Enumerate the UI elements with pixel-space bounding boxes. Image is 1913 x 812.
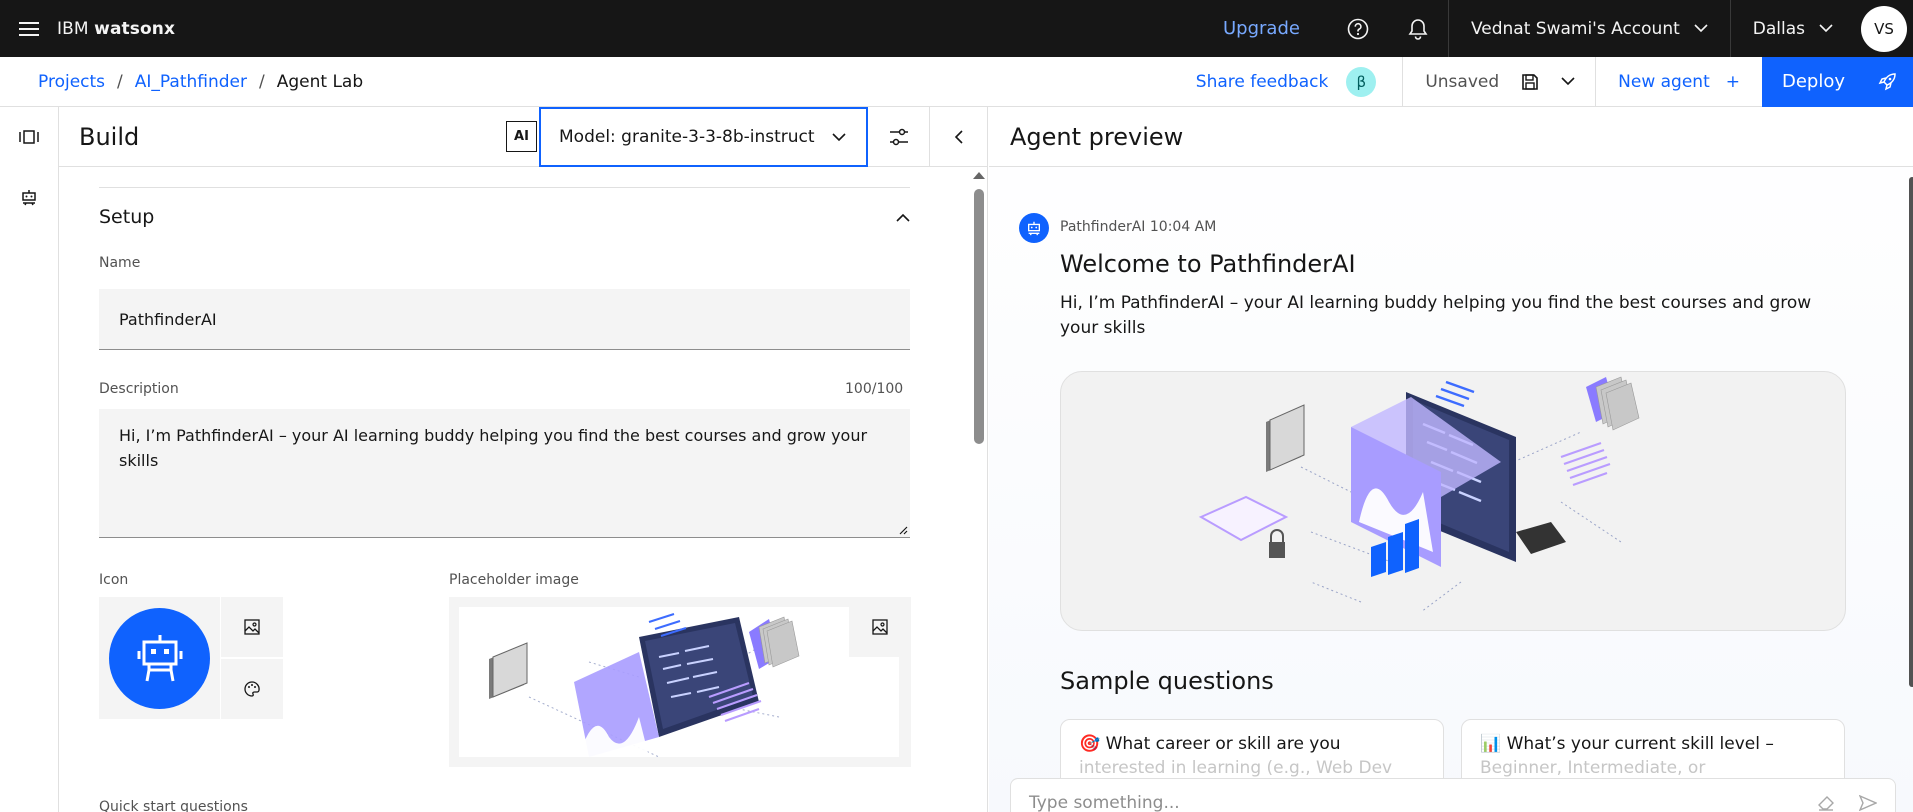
- new-agent-button[interactable]: New agent +: [1596, 72, 1762, 92]
- sample-question-text: 🎯 What career or skill are you: [1079, 734, 1341, 754]
- brand-prefix: IBM: [57, 18, 89, 39]
- top-navigation-bar: IBM watsonx Upgrade Vednat Swami's Accou…: [0, 0, 1913, 57]
- share-feedback-link[interactable]: Share feedback: [1178, 72, 1347, 92]
- description-field[interactable]: Hi, I’m PathfinderAI – your AI learning …: [99, 409, 910, 538]
- name-field[interactable]: PathfinderAI: [99, 289, 910, 350]
- model-selector[interactable]: Model: granite-3-3-8b-instruct: [539, 107, 868, 167]
- preview-scroll-thumb[interactable]: [1909, 177, 1913, 687]
- setup-accordion-header[interactable]: Setup: [99, 202, 910, 232]
- save-status-group: Unsaved: [1402, 56, 1597, 107]
- save-status: Unsaved: [1425, 71, 1500, 92]
- upgrade-link[interactable]: Upgrade: [1195, 18, 1328, 39]
- divider: [99, 187, 910, 188]
- ai-badge: AI: [506, 121, 537, 152]
- scroll-up-arrow[interactable]: [973, 172, 985, 179]
- sample-question-text: 📊 What’s your current skill level –: [1480, 734, 1774, 754]
- chat-input-placeholder: Type something...: [1029, 793, 1180, 812]
- build-panel: Build AI Model: granite-3-3-8b-instruct …: [59, 107, 988, 812]
- rocket-icon: [1878, 72, 1896, 90]
- project-toolbar: Projects / AI_Pathfinder / Agent Lab Sha…: [0, 56, 1913, 107]
- message-body: Hi, I’m PathfinderAI – your AI learning …: [1060, 293, 1812, 338]
- resize-handle-icon[interactable]: [898, 525, 908, 535]
- description-label: Description: [99, 381, 179, 397]
- side-rail: [0, 107, 59, 812]
- region-name: Dallas: [1752, 18, 1805, 39]
- build-scroll-thumb[interactable]: [974, 189, 984, 444]
- chevron-left-icon[interactable]: [929, 107, 987, 167]
- message-meta: PathfinderAI 10:04 AM: [1060, 219, 1216, 235]
- target-emoji: 🎯: [1079, 734, 1101, 754]
- palette-icon[interactable]: [221, 659, 283, 719]
- save-icon[interactable]: [1521, 73, 1539, 91]
- send-icon[interactable]: [1859, 795, 1877, 811]
- description-counter: 100/100: [845, 381, 904, 397]
- notification-icon[interactable]: [1388, 0, 1448, 57]
- breadcrumb-current: Agent Lab: [276, 71, 364, 92]
- chart-emoji: 📊: [1480, 734, 1502, 754]
- setup-heading: Setup: [99, 206, 155, 228]
- user-avatar[interactable]: VS: [1861, 5, 1907, 52]
- breadcrumb-separator: /: [117, 71, 123, 92]
- sample-question-overflow: Beginner, Intermediate, or: [1480, 758, 1706, 778]
- plus-icon: +: [1725, 71, 1740, 92]
- placeholder-image-field: [449, 597, 911, 767]
- breadcrumb-separator: /: [258, 71, 265, 92]
- chevron-up-icon: [896, 213, 910, 222]
- placeholder-image-label: Placeholder image: [449, 572, 579, 588]
- placeholder-illustration: [459, 607, 899, 757]
- chevron-down-icon: [832, 132, 846, 141]
- message-sender: PathfinderAI: [1060, 219, 1146, 235]
- deploy-button[interactable]: Deploy: [1762, 56, 1913, 107]
- beta-badge[interactable]: β: [1346, 66, 1377, 97]
- sample-question-overflow: interested in learning (e.g., Web Dev: [1079, 758, 1393, 778]
- account-name: Vednat Swami's Account: [1470, 18, 1680, 39]
- deploy-label: Deploy: [1782, 71, 1846, 92]
- sample-questions-title: Sample questions: [1060, 667, 1274, 695]
- welcome-illustration: [1060, 371, 1846, 631]
- build-header: Build AI Model: granite-3-3-8b-instruct: [59, 107, 987, 167]
- model-label: Model: granite-3-3-8b-instruct: [559, 127, 815, 147]
- agent-icon-preview: [99, 597, 220, 719]
- region-switcher[interactable]: Dallas: [1729, 0, 1855, 57]
- breadcrumb-project[interactable]: AI_Pathfinder: [135, 72, 247, 92]
- help-icon[interactable]: [1328, 0, 1388, 57]
- message-title: Welcome to PathfinderAI: [1060, 250, 1356, 278]
- message-time: 10:04 AM: [1149, 219, 1217, 235]
- hamburger-icon[interactable]: [0, 0, 57, 57]
- build-form: Setup Name PathfinderAI Description 100/…: [59, 168, 974, 812]
- robot-icon: [109, 607, 210, 709]
- eraser-icon[interactable]: [1817, 795, 1835, 811]
- account-switcher[interactable]: Vednat Swami's Account: [1447, 0, 1730, 57]
- preview-title: Agent preview: [989, 107, 1913, 167]
- chat-input[interactable]: Type something...: [1010, 778, 1896, 812]
- image-icon[interactable]: [849, 597, 911, 657]
- name-label: Name: [99, 255, 141, 271]
- product-brand[interactable]: IBM watsonx: [57, 19, 175, 39]
- image-icon[interactable]: [221, 597, 283, 657]
- bot-avatar-icon: [1019, 213, 1049, 243]
- description-text: Hi, I’m PathfinderAI – your AI learning …: [119, 426, 868, 470]
- robot-rail-icon[interactable]: [0, 167, 58, 227]
- agent-rail-icon[interactable]: [0, 107, 58, 167]
- new-agent-label: New agent: [1618, 71, 1710, 92]
- icon-label: Icon: [99, 572, 129, 588]
- quick-start-label: Quick start questions: [99, 799, 248, 812]
- breadcrumb: Projects / AI_Pathfinder / Agent Lab: [0, 72, 363, 92]
- agent-preview-panel: Agent preview PathfinderAI 10:04 AM Welc…: [989, 107, 1913, 812]
- filter-icon[interactable]: [869, 107, 929, 167]
- brand-product: watsonx: [94, 18, 176, 39]
- chevron-down-icon: [1819, 24, 1833, 33]
- build-title: Build: [79, 122, 140, 151]
- breadcrumb-projects[interactable]: Projects: [38, 72, 105, 92]
- chevron-down-icon: [1694, 24, 1708, 33]
- chevron-down-icon[interactable]: [1561, 77, 1575, 86]
